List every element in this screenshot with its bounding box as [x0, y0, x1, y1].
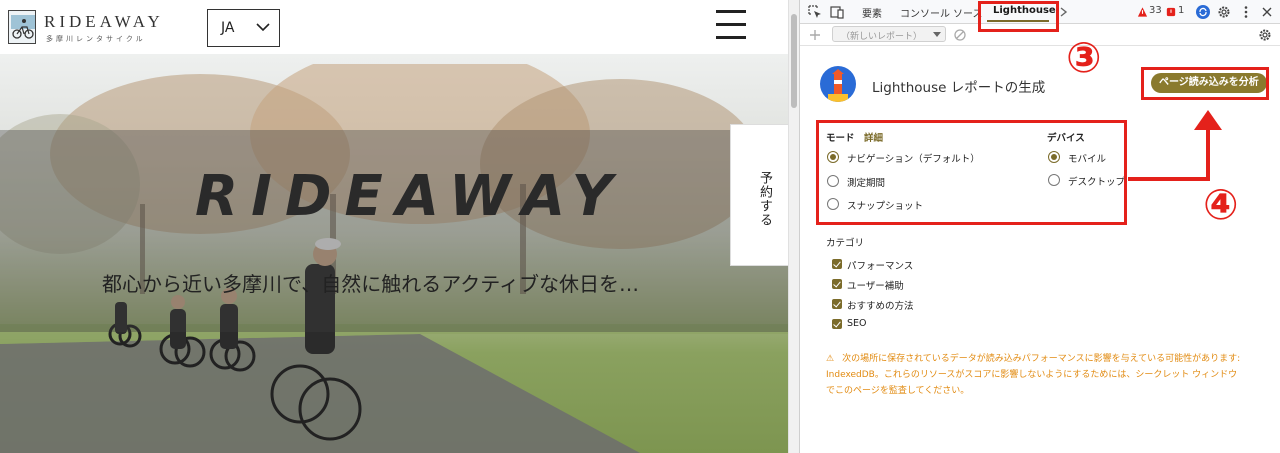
step-arrow-icon [1128, 110, 1222, 181]
highlight-mode-device-options [816, 120, 1127, 225]
menu-icon[interactable] [716, 8, 746, 44]
error-icon [1166, 7, 1176, 17]
tab-elements[interactable]: 要素 [862, 5, 882, 20]
checkbox[interactable] [832, 259, 842, 269]
report-select-value: （新しいレポート） [841, 32, 923, 42]
add-icon[interactable] [808, 28, 822, 42]
language-value: JA [221, 20, 235, 36]
chevron-right-icon[interactable] [1057, 5, 1071, 19]
logo-text: RIDEAWAY [44, 12, 164, 31]
warning-icon: ⚠ [826, 354, 835, 364]
checkbox[interactable] [832, 279, 842, 289]
scrollbar-thumb[interactable] [791, 14, 797, 108]
more-options-icon[interactable] [1239, 5, 1253, 19]
hero-tagline: 都心から近い多摩川で、自然に触れるアクティブな休日を… [102, 272, 639, 296]
warning-icon [1137, 7, 1148, 17]
site-logo[interactable]: RIDEAWAY 多摩川レンタサイクル [8, 10, 160, 46]
page-scrollbar[interactable] [788, 0, 800, 453]
clear-icon[interactable] [953, 28, 967, 42]
step-3-label: ③ [1066, 33, 1102, 82]
hero-section: RIDEAWAY 都心から近い多摩川で、自然に触れるアクティブな休日を… 予約す… [0, 54, 788, 453]
chevron-down-icon [933, 32, 941, 37]
close-icon[interactable] [1260, 5, 1274, 19]
highlight-lighthouse-tab [978, 1, 1059, 32]
checkbox[interactable] [832, 299, 842, 309]
sync-icon[interactable] [1196, 5, 1210, 19]
errors-count[interactable]: 1 [1178, 5, 1184, 16]
category-label: おすすめの方法 [847, 301, 914, 312]
bicycle-icon [8, 10, 36, 44]
step-4-label: ④ [1203, 180, 1239, 229]
report-select[interactable]: （新しいレポート） [832, 26, 946, 42]
device-toolbar-icon[interactable] [830, 5, 844, 19]
categories-label: カテゴリ [826, 238, 865, 249]
category-label: SEO [847, 318, 867, 329]
settings-gear-icon[interactable] [1217, 5, 1231, 19]
hero-title: RIDEAWAY [195, 164, 626, 229]
highlight-analyze-button [1141, 67, 1269, 100]
lighthouse-title: Lighthouse レポートの生成 [872, 80, 1046, 96]
site-header: RIDEAWAY 多摩川レンタサイクル JA [0, 0, 788, 54]
logo-subtitle: 多摩川レンタサイクル [46, 35, 146, 43]
website-viewport: RIDEAWAY 多摩川レンタサイクル JA RIDEAWAY 都心から近い多摩… [0, 0, 788, 453]
warnings-count[interactable]: 33 [1149, 5, 1162, 16]
language-select[interactable]: JA [207, 9, 280, 47]
inspect-element-icon[interactable] [808, 5, 822, 19]
tab-console[interactable]: コンソール [900, 5, 950, 20]
reserve-button[interactable]: 予約する [730, 124, 788, 266]
reserve-label: 予約する [757, 171, 772, 227]
storage-warning-message: ⚠ 次の場所に保存されているデータが読み込みパフォーマンスに影響を与えている可能性… [826, 351, 1246, 399]
checkbox[interactable] [832, 319, 842, 329]
lighthouse-logo-icon [820, 66, 856, 102]
hero-overlay-band [0, 130, 788, 332]
chevron-down-icon [256, 23, 270, 32]
warning-text: 次の場所に保存されているデータが読み込みパフォーマンスに影響を与えている可能性が… [826, 354, 1241, 396]
category-label: ユーザー補助 [847, 281, 904, 292]
category-label: パフォーマンス [847, 261, 914, 272]
lighthouse-settings-icon[interactable] [1258, 28, 1272, 42]
